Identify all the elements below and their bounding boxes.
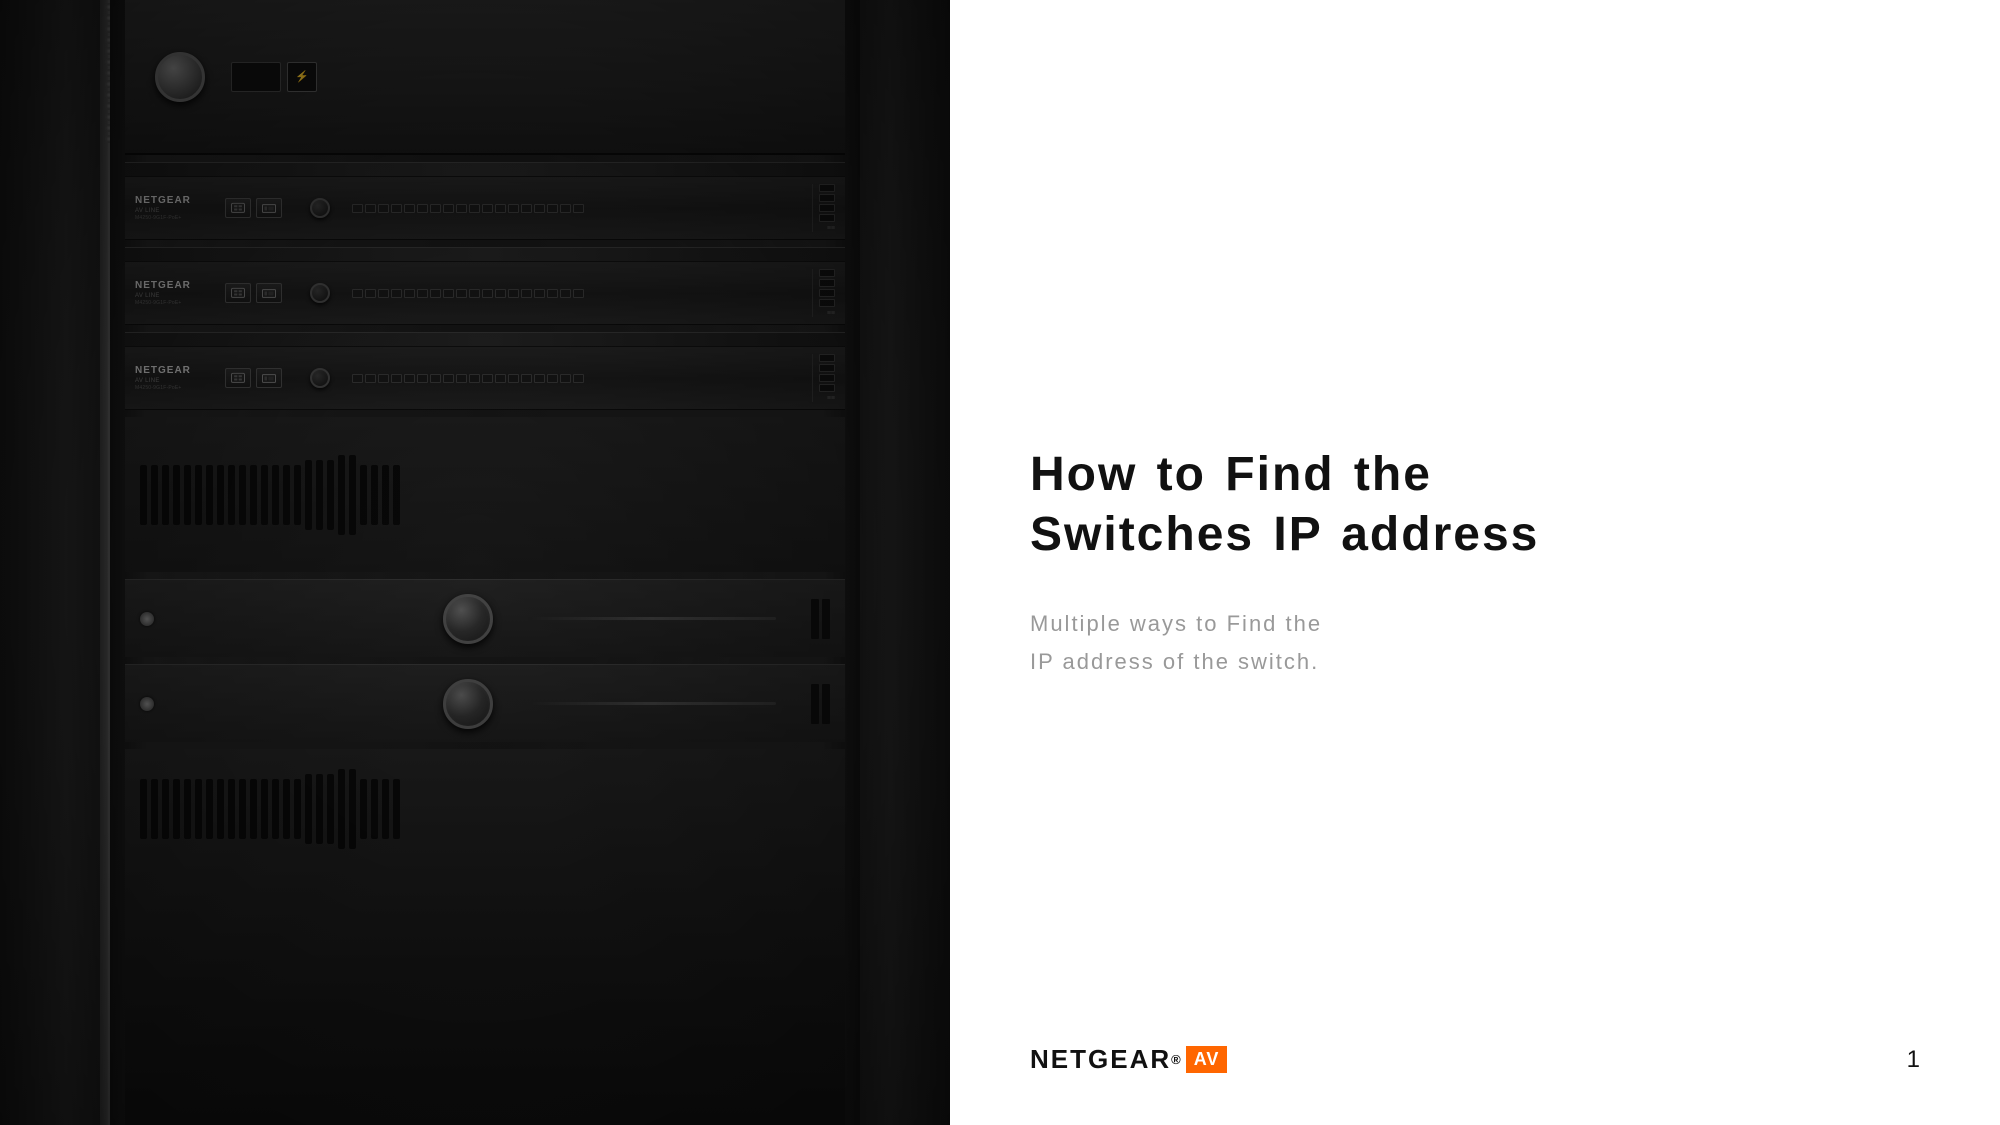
logo-text: NETGEAR xyxy=(1030,1044,1171,1075)
registered-trademark: ® xyxy=(1171,1052,1181,1067)
rack-vignette xyxy=(0,0,950,1125)
rack-image-panel: ⚡ NETGEAR AV LINE M4250-9G1F-PoE+ xyxy=(0,0,950,1125)
content-panel: How to Find the Switches IP address Mult… xyxy=(950,0,2000,1125)
subtitle-line1: Multiple ways to Find the xyxy=(1030,611,1322,636)
page-number: 1 xyxy=(1907,1046,1920,1074)
netgear-logo: NETGEAR® AV xyxy=(1030,1044,1227,1075)
rack-background: ⚡ NETGEAR AV LINE M4250-9G1F-PoE+ xyxy=(0,0,950,1125)
main-layout: ⚡ NETGEAR AV LINE M4250-9G1F-PoE+ xyxy=(0,0,2000,1125)
title-line2: Switches IP address xyxy=(1030,508,1539,561)
subtitle: Multiple ways to Find the IP address of … xyxy=(1030,605,1570,680)
title-line1: How to Find the xyxy=(1030,448,1432,501)
logo-av-badge: AV xyxy=(1186,1046,1228,1073)
main-title: How to Find the Switches IP address xyxy=(1030,445,1570,565)
content-area: How to Find the Switches IP address Mult… xyxy=(1030,445,1570,680)
subtitle-line2: IP address of the switch. xyxy=(1030,649,1319,674)
footer: NETGEAR® AV 1 xyxy=(1030,1044,1920,1075)
